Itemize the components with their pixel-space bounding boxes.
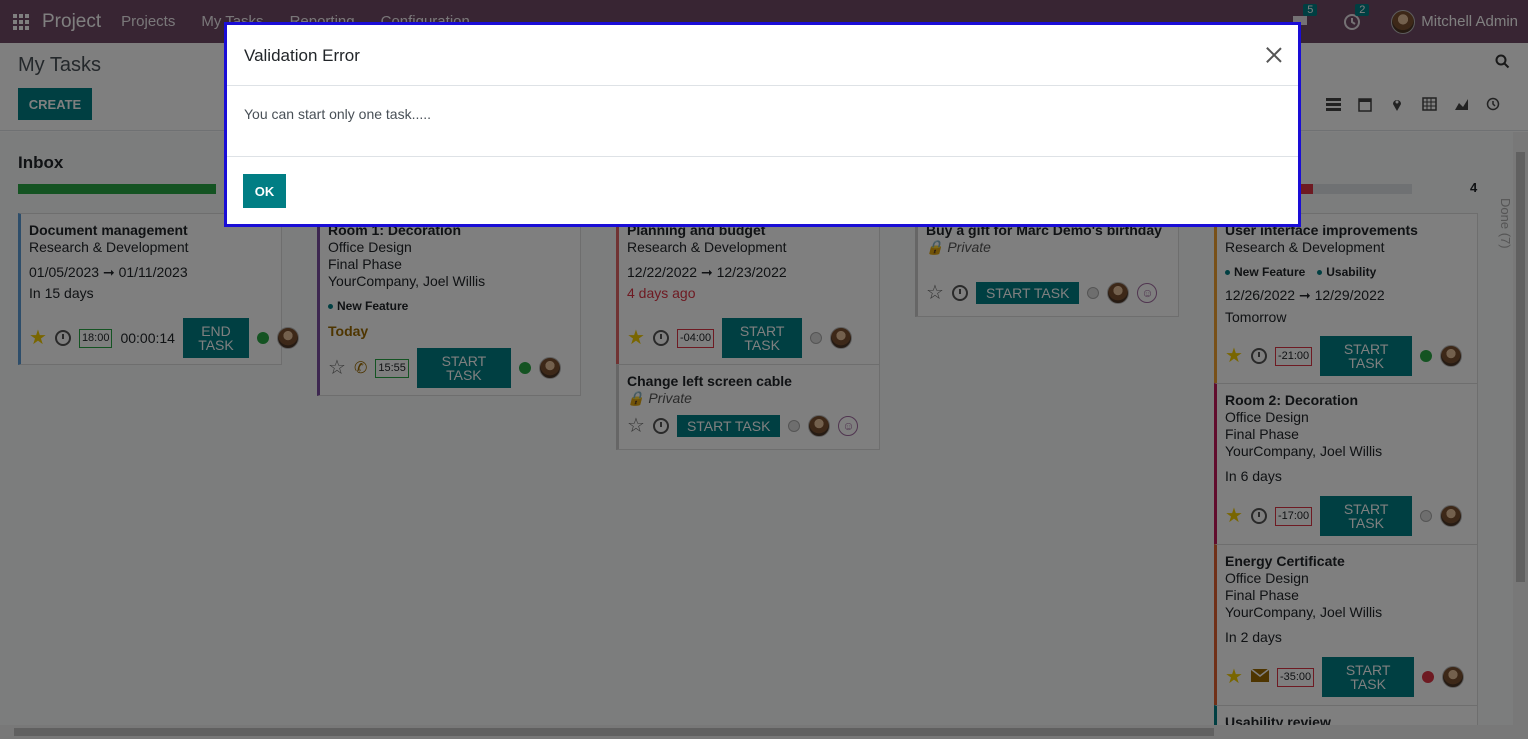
error-message: You can start only one task..... (244, 106, 432, 122)
modal-body: You can start only one task..... (227, 86, 1298, 157)
close-icon[interactable] (1264, 45, 1284, 65)
ok-button[interactable]: OK (243, 174, 286, 208)
modal-title: Validation Error (244, 46, 360, 65)
modal-header: Validation Error (227, 25, 1298, 86)
validation-error-dialog: Validation Error You can start only one … (224, 22, 1301, 227)
